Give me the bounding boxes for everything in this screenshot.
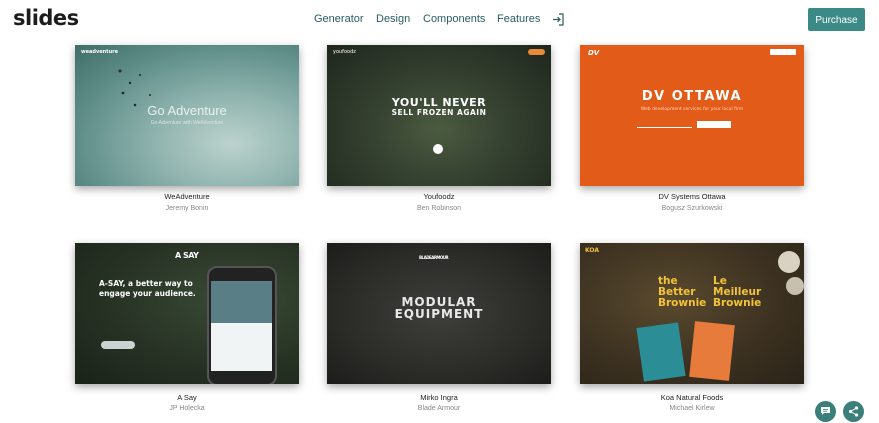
thumb-cta-button — [101, 341, 135, 349]
template-thumbnail[interactable]: A SAY A-SAY, a better way to engage your… — [75, 243, 299, 384]
top-bar: slides Generator Design Components Featu… — [0, 0, 879, 40]
card-author: Michael Kirlew — [669, 405, 715, 412]
chat-icon — [821, 407, 830, 415]
thumb-subtitle: Go Adventure with WeAdventure — [150, 120, 224, 126]
template-thumbnail[interactable]: KOA the Better Brownie Le Meilleur Brown… — [580, 243, 804, 384]
thumb-hero: A-SAY, a better way to engage your audie… — [99, 279, 196, 298]
template-card-mirko-ingra[interactable]: BLADEARMOUR MODULAR EQUIPMENT Mirko Ingr… — [327, 243, 551, 423]
card-title[interactable]: Koa Natural Foods — [580, 393, 804, 402]
card-author: Bogusz Szurkowski — [661, 205, 723, 212]
card-title[interactable]: Mirko Ingra — [327, 393, 551, 402]
thumb-hero: Go Adventure — [147, 103, 227, 118]
template-card-koa[interactable]: KOA the Better Brownie Le Meilleur Brown… — [580, 243, 804, 423]
sign-in-icon[interactable] — [552, 13, 565, 26]
card-author: Ben Robinson — [417, 205, 461, 212]
nav-design[interactable]: Design — [376, 13, 410, 25]
card-author: Jeremy Bonin — [165, 205, 209, 212]
template-thumbnail[interactable]: youfoodz YOU'LL NEVER SELL FROZEN AGAIN — [327, 45, 551, 186]
thumb-hero-line2: EQUIPMENT — [394, 307, 484, 321]
product-package — [689, 321, 735, 381]
thumb-email-field — [637, 122, 692, 128]
birds-graphic — [118, 69, 151, 107]
nav-generator[interactable]: Generator — [314, 13, 364, 25]
thumb-subtitle: Web development services for your local … — [640, 107, 744, 112]
thumb-brand: weadventure — [81, 49, 118, 55]
card-title[interactable]: Youfoodz — [327, 192, 551, 201]
thumb-logo: DV — [588, 49, 600, 57]
template-thumbnail[interactable]: weadventure Go Adventure Go Adventure wi… — [75, 45, 299, 186]
thumb-brand: youfoodz — [333, 49, 356, 55]
coconut-graphic — [778, 251, 800, 273]
phone-screen-header — [211, 281, 272, 323]
card-author: JP Holecka — [169, 405, 205, 412]
thumb-logo: BLADEARMOUR — [419, 255, 449, 260]
product-package — [636, 322, 686, 382]
coconut-graphic — [786, 277, 804, 295]
template-card-a-say[interactable]: A SAY A-SAY, a better way to engage your… — [75, 243, 299, 423]
thumb-hero: DV OTTAWA — [641, 89, 743, 104]
thumb-hero-fr: Le Meilleur Brownie — [713, 275, 762, 309]
main-nav: Generator Design Components Features — [0, 13, 879, 29]
thumb-hero-en: the Better Brownie — [658, 275, 707, 309]
play-icon — [433, 144, 443, 154]
card-title[interactable]: A Say — [75, 393, 299, 402]
chat-button[interactable] — [815, 401, 836, 422]
template-card-youfoodz[interactable]: youfoodz YOU'LL NEVER SELL FROZEN AGAIN … — [327, 45, 551, 225]
thumb-logo: KOA — [585, 247, 599, 254]
share-icon — [848, 406, 859, 417]
thumb-logo: A SAY — [175, 251, 199, 260]
thumb-hero-line2: SELL FROZEN AGAIN — [391, 108, 487, 117]
share-button[interactable] — [843, 401, 864, 422]
card-title[interactable]: WeAdventure — [75, 192, 299, 201]
template-card-dv-ottawa[interactable]: DV DV OTTAWA Web development services fo… — [580, 45, 804, 225]
card-author: Blade Armour — [417, 405, 461, 412]
nav-features[interactable]: Features — [497, 13, 540, 25]
purchase-button[interactable]: Purchase — [808, 8, 865, 31]
template-thumbnail[interactable]: DV DV OTTAWA Web development services fo… — [580, 45, 804, 186]
template-thumbnail[interactable]: BLADEARMOUR MODULAR EQUIPMENT — [327, 243, 551, 384]
thumb-submit-button — [697, 121, 731, 128]
card-title[interactable]: DV Systems Ottawa — [580, 192, 804, 201]
nav-components[interactable]: Components — [423, 13, 485, 25]
thumb-hire-button — [770, 49, 796, 55]
template-card-weadventure[interactable]: weadventure Go Adventure Go Adventure wi… — [75, 45, 299, 225]
thumb-cta-button — [528, 49, 545, 55]
